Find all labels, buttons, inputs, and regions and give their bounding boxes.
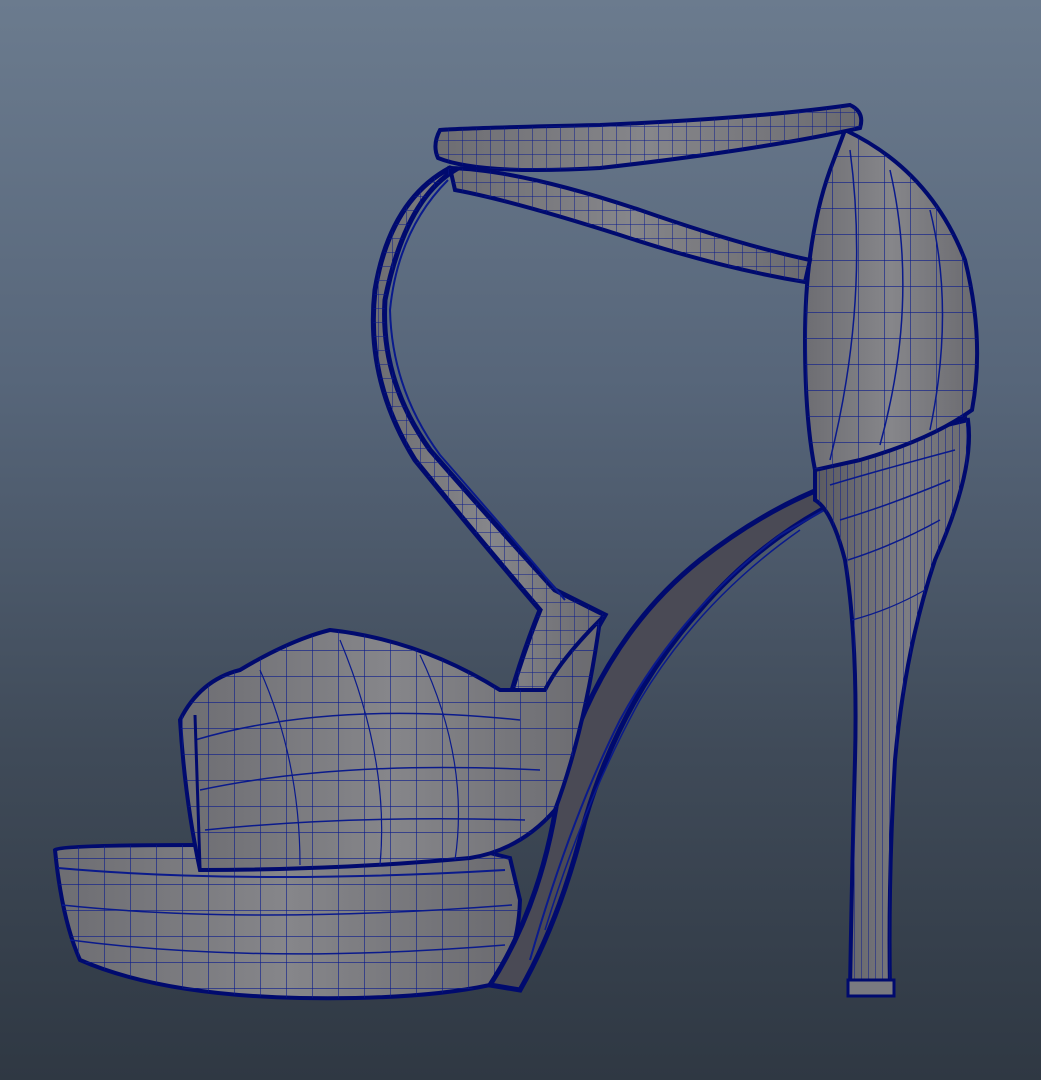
ankle-strap <box>433 102 864 173</box>
3d-viewport[interactable] <box>0 0 1041 1080</box>
viewport-canvas[interactable] <box>0 0 1041 1080</box>
s-curve-strap <box>370 165 609 720</box>
cross-strap <box>447 165 813 285</box>
stiletto-heel <box>813 417 972 998</box>
heel-counter <box>802 127 980 473</box>
